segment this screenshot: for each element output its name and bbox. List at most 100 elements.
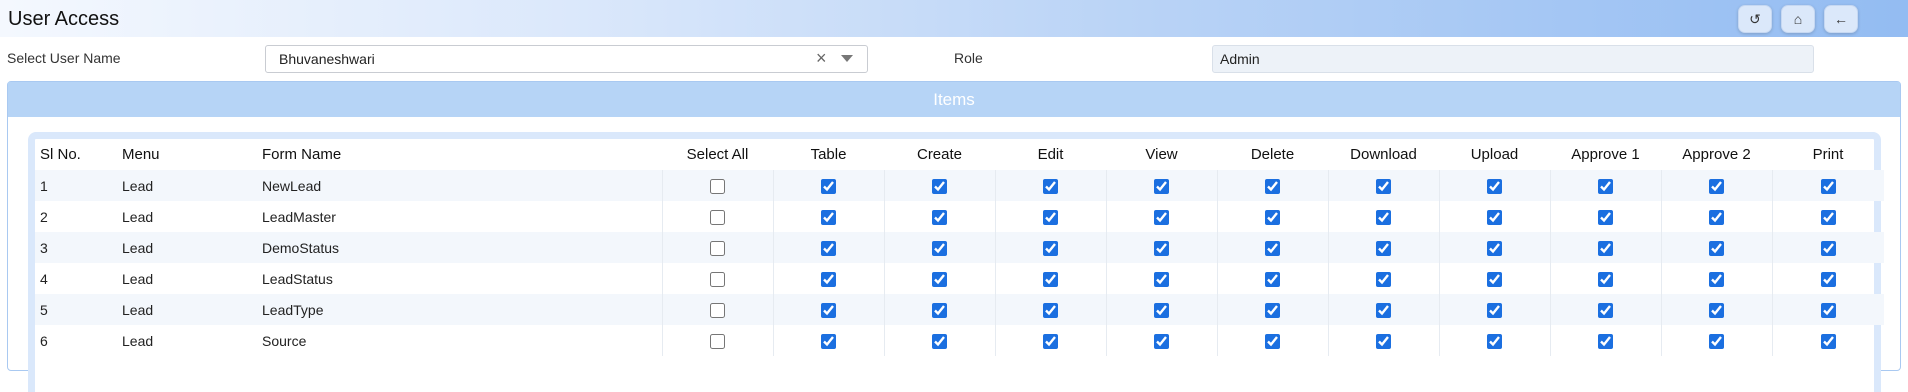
row-create-cell <box>883 325 995 356</box>
approve-2-checkbox[interactable] <box>1709 209 1724 225</box>
upload-checkbox[interactable] <box>1487 240 1502 256</box>
upload-checkbox[interactable] <box>1487 333 1502 349</box>
refresh-button[interactable]: ↺ <box>1738 5 1772 33</box>
col-header-select-all: Select All <box>686 146 749 163</box>
row-print-cell <box>1771 170 1884 201</box>
table-checkbox[interactable] <box>821 240 836 256</box>
row-download-cell <box>1327 294 1439 325</box>
back-button[interactable]: ← <box>1824 5 1858 33</box>
select-all-checkbox[interactable] <box>710 240 725 256</box>
delete-checkbox[interactable] <box>1265 271 1280 287</box>
row-table-cell <box>772 325 884 356</box>
select-all-checkbox[interactable] <box>710 302 725 318</box>
upload-checkbox[interactable] <box>1487 178 1502 194</box>
print-checkbox[interactable] <box>1820 333 1836 349</box>
table-checkbox[interactable] <box>821 333 836 349</box>
edit-checkbox[interactable] <box>1043 271 1058 287</box>
table-checkbox[interactable] <box>821 271 836 287</box>
download-checkbox[interactable] <box>1376 178 1391 194</box>
view-checkbox[interactable] <box>1154 178 1169 194</box>
delete-checkbox[interactable] <box>1265 178 1280 194</box>
approve-1-checkbox[interactable] <box>1598 333 1613 349</box>
clear-icon[interactable]: × <box>816 48 827 69</box>
view-checkbox[interactable] <box>1154 333 1169 349</box>
download-checkbox[interactable] <box>1376 209 1391 225</box>
row-sl-no: 3 <box>35 232 117 263</box>
user-name-value: Bhuvaneshwari <box>279 51 375 67</box>
download-checkbox[interactable] <box>1376 271 1391 287</box>
col-header-menu: Menu <box>122 146 160 163</box>
approve-2-checkbox[interactable] <box>1709 178 1724 194</box>
row-menu: Lead <box>122 208 154 225</box>
edit-checkbox[interactable] <box>1043 240 1058 256</box>
user-name-select[interactable]: Bhuvaneshwari × <box>265 45 868 73</box>
row-view-cell <box>1105 201 1217 232</box>
row-menu: Lead <box>117 294 257 325</box>
top-bar: User Access ↺ ⌂ ← <box>0 0 1908 37</box>
edit-checkbox[interactable] <box>1043 302 1058 318</box>
delete-checkbox[interactable] <box>1265 209 1280 225</box>
select-all-checkbox[interactable] <box>710 178 725 194</box>
delete-checkbox[interactable] <box>1265 333 1280 349</box>
print-checkbox[interactable] <box>1820 302 1836 318</box>
col-header-table: Table <box>810 146 847 163</box>
approve-1-checkbox[interactable] <box>1598 271 1613 287</box>
edit-checkbox[interactable] <box>1043 333 1058 349</box>
home-button[interactable]: ⌂ <box>1781 5 1815 33</box>
table-row: 6 Lead Source <box>35 325 1884 356</box>
download-checkbox[interactable] <box>1376 333 1391 349</box>
role-value: Admin <box>1220 51 1260 67</box>
select-all-checkbox[interactable] <box>710 271 725 287</box>
page-title: User Access <box>8 8 120 30</box>
approve-2-checkbox[interactable] <box>1709 271 1724 287</box>
approve-2-checkbox[interactable] <box>1709 302 1724 318</box>
row-menu: Lead <box>122 332 154 349</box>
edit-checkbox[interactable] <box>1043 209 1058 225</box>
view-checkbox[interactable] <box>1154 209 1169 225</box>
upload-checkbox[interactable] <box>1487 271 1502 287</box>
print-checkbox[interactable] <box>1820 240 1836 256</box>
create-checkbox[interactable] <box>932 271 947 287</box>
row-approve-1-cell <box>1549 170 1661 201</box>
print-checkbox[interactable] <box>1820 178 1836 194</box>
approve-2-checkbox[interactable] <box>1709 240 1724 256</box>
table-checkbox[interactable] <box>821 302 836 318</box>
create-checkbox[interactable] <box>932 240 947 256</box>
table-checkbox[interactable] <box>821 209 836 225</box>
row-create-cell <box>883 232 995 263</box>
view-checkbox[interactable] <box>1154 240 1169 256</box>
select-all-checkbox[interactable] <box>710 333 725 349</box>
create-checkbox[interactable] <box>932 209 947 225</box>
row-upload-cell <box>1438 201 1550 232</box>
row-upload-cell <box>1438 263 1550 294</box>
delete-checkbox[interactable] <box>1265 302 1280 318</box>
arrow-left-icon: ← <box>1834 11 1848 27</box>
edit-checkbox[interactable] <box>1043 178 1058 194</box>
approve-1-checkbox[interactable] <box>1598 178 1613 194</box>
create-checkbox[interactable] <box>932 302 947 318</box>
row-approve-1-cell <box>1549 232 1661 263</box>
delete-checkbox[interactable] <box>1265 240 1280 256</box>
print-checkbox[interactable] <box>1820 271 1836 287</box>
create-checkbox[interactable] <box>932 333 947 349</box>
row-menu: Lead <box>122 270 154 287</box>
upload-checkbox[interactable] <box>1487 209 1502 225</box>
chevron-down-icon[interactable] <box>841 55 853 62</box>
view-checkbox[interactable] <box>1154 302 1169 318</box>
table-checkbox[interactable] <box>821 178 836 194</box>
row-print-cell <box>1771 325 1884 356</box>
upload-checkbox[interactable] <box>1487 302 1502 318</box>
row-edit-cell <box>994 263 1106 294</box>
approve-1-checkbox[interactable] <box>1598 302 1613 318</box>
approve-1-checkbox[interactable] <box>1598 240 1613 256</box>
approve-1-checkbox[interactable] <box>1598 209 1613 225</box>
select-all-checkbox[interactable] <box>710 209 725 225</box>
row-select-all-cell <box>661 170 773 201</box>
create-checkbox[interactable] <box>932 178 947 194</box>
approve-2-checkbox[interactable] <box>1709 333 1724 349</box>
download-checkbox[interactable] <box>1376 302 1391 318</box>
download-checkbox[interactable] <box>1376 240 1391 256</box>
view-checkbox[interactable] <box>1154 271 1169 287</box>
table-row: 4 Lead LeadStatus <box>35 263 1884 294</box>
print-checkbox[interactable] <box>1820 209 1836 225</box>
